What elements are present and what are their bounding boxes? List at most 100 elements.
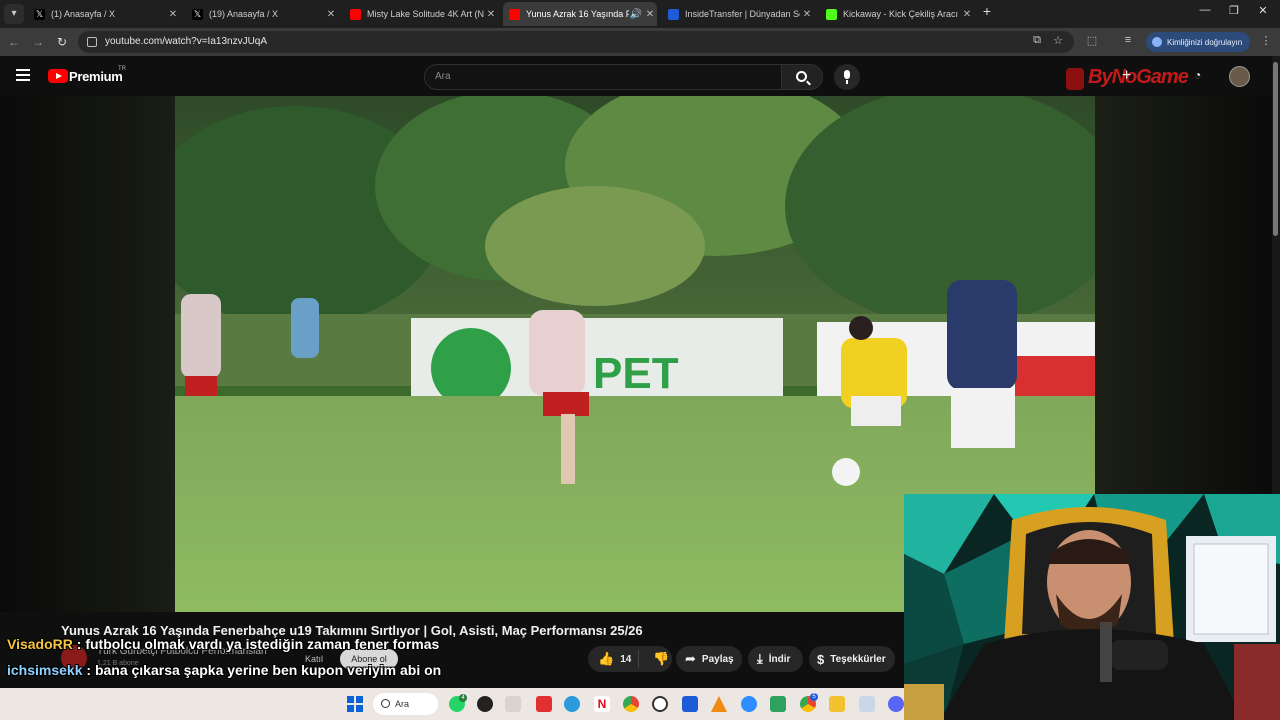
telegram-icon[interactable] [564,696,580,712]
youtube-logo-icon[interactable] [48,69,68,83]
app-icon[interactable] [536,696,552,712]
discord-badge: 5 [810,693,818,701]
browser-toolbar: ← → ↻ youtube.com/watch?v=Ia13nzvJUqA ⧉ … [0,28,1280,56]
youtube-icon [350,8,361,20]
youtube-brand[interactable]: Premium [69,69,123,84]
ambient-left [0,96,175,612]
reload-icon[interactable]: ↻ [52,32,72,52]
new-tab-button[interactable]: + [976,3,998,19]
forward-icon[interactable]: → [28,32,48,52]
notifications-bell-icon[interactable]: ◔ [1194,68,1201,82]
windows-taskbar: Ara 4 N 5 [0,688,904,720]
search-placeholder: Ara [435,71,451,82]
voice-search-icon[interactable] [834,64,860,90]
back-icon[interactable]: ← [4,32,24,52]
app-icon[interactable] [770,696,786,712]
verify-label: Kimliğinizi doğrulayın [1167,37,1243,47]
site-info-icon[interactable] [87,37,97,47]
tab-close-icon[interactable]: ✕ [800,9,814,20]
download-button[interactable]: ⤓ İndir [748,646,803,672]
kick-icon [826,8,837,20]
cast-icon[interactable]: ⧉ [1029,34,1045,47]
tab-title: Kickaway - Kick Çekiliş Aracı [843,9,959,19]
like-count[interactable]: 14 [620,654,631,665]
extensions-icon[interactable]: ⬚ [1084,34,1100,47]
youtube-header: Premium TR Ara ByNoGame + ◔ [0,56,1280,96]
thanks-button[interactable]: $ Teşekkürler [809,646,895,672]
youtube-icon [509,8,520,20]
search-icon [796,71,807,82]
maximize-icon[interactable]: ❐ [1219,4,1249,17]
region-label: TR [118,66,126,72]
app-icon[interactable] [477,696,493,712]
share-label: Paylaş [701,653,734,665]
chrome-icon[interactable] [623,696,639,712]
like-divider [638,650,639,668]
close-window-icon[interactable]: ✕ [1248,4,1278,17]
windows-start-icon[interactable] [347,696,363,712]
ad-board-text: PET [593,349,679,398]
netflix-icon[interactable]: N [594,696,610,712]
chat-message: VisadoRR : futbolcu olmak vardı ya isted… [7,636,439,652]
minimize-icon[interactable]: — [1190,4,1220,16]
scrollbar-thumb[interactable] [1273,62,1278,236]
tab-close-icon[interactable]: ✕ [960,9,974,20]
thanks-dollar-icon: $ [817,651,825,667]
url-text: youtube.com/watch?v=Ia13nzvJUqA [105,36,268,47]
browser-tab-insidetransfer[interactable]: InsideTransfer | Dünyadan Son ✕ [662,2,814,26]
tab-search-button[interactable]: ▾ [4,4,24,24]
taskbar-search[interactable]: Ara [373,693,438,715]
verify-identity-button[interactable]: Kimliğinizi doğrulayın [1146,32,1250,52]
browser-tab-youtube-misty[interactable]: Misty Lake Solitude 4K Art (No ✕ [344,2,498,26]
search-button[interactable] [781,64,823,90]
create-icon[interactable]: + [1122,67,1131,85]
address-bar[interactable]: youtube.com/watch?v=Ia13nzvJUqA [78,31,1074,53]
media-control-icon[interactable]: ≡ [1120,34,1136,46]
webcam-frame [904,494,1280,720]
browser-tab-kickaway[interactable]: Kickaway - Kick Çekiliş Aracı ✕ [820,2,974,26]
zoom-icon[interactable] [741,696,757,712]
app-icon[interactable] [505,696,521,712]
browser-menu-icon[interactable]: ⋮ [1258,34,1274,47]
like-dislike-group: 👍 14 👎 [588,646,672,672]
thumbs-down-icon[interactable]: 👎 [653,651,669,667]
vlc-icon[interactable] [711,696,727,712]
bookmark-star-icon[interactable]: ☆ [1050,34,1066,47]
insidetransfer-icon [668,8,679,20]
tab-close-icon[interactable]: ✕ [484,9,498,20]
tab-title: (19) Anasayfa / X [209,9,279,19]
settings-icon[interactable] [859,696,875,712]
browser-tab-youtube-active[interactable]: Yunus Azrak 16 Yaşında Fen 🔊 ✕ [503,2,657,26]
menu-icon[interactable] [16,69,30,81]
chat-text: : futbolcu olmak vardı ya istediğin zama… [76,636,440,652]
tab-close-icon[interactable]: ✕ [643,9,657,20]
chat-username: ichsimsekk [7,662,83,678]
app-icon[interactable] [682,696,698,712]
browser-tab-x-1[interactable]: 𝕏 (1) Anasayfa / X ✕ [28,2,180,26]
profile-dot-icon [1152,37,1162,47]
openai-icon[interactable] [652,696,668,712]
bynogame-mark-icon [1066,68,1084,90]
chat-username: VisadoRR [7,636,73,652]
share-icon: ➦ [685,651,696,666]
download-label: İndir [768,653,791,665]
browser-tab-x-2[interactable]: 𝕏 (19) Anasayfa / X ✕ [186,2,338,26]
chat-message: ichsimsekk : bana çıkarsa şapka yerine b… [7,662,441,678]
avatar[interactable] [1229,66,1250,87]
tab-title: Yunus Azrak 16 Yaşında Fen [526,9,629,19]
search-input[interactable]: Ara [424,64,782,90]
x-icon: 𝕏 [34,8,45,20]
thanks-label: Teşekkürler [830,653,886,665]
browser-tab-strip: ▾ 𝕏 (1) Anasayfa / X ✕ 𝕏 (19) Anasayfa /… [0,0,1280,28]
chat-text: : bana çıkarsa şapka yerine ben kupon ve… [86,662,442,678]
download-icon: ⤓ [757,651,763,666]
tab-close-icon[interactable]: ✕ [166,9,180,20]
speaker-icon[interactable]: 🔊 [629,9,643,20]
whatsapp-badge: 4 [459,694,467,702]
tab-title: Misty Lake Solitude 4K Art (No [367,9,484,19]
file-explorer-icon[interactable] [829,696,845,712]
share-button[interactable]: ➦ Paylaş [676,646,742,672]
thumbs-up-icon[interactable]: 👍 [598,651,614,667]
tab-close-icon[interactable]: ✕ [324,9,338,20]
discord-icon[interactable] [888,696,904,712]
